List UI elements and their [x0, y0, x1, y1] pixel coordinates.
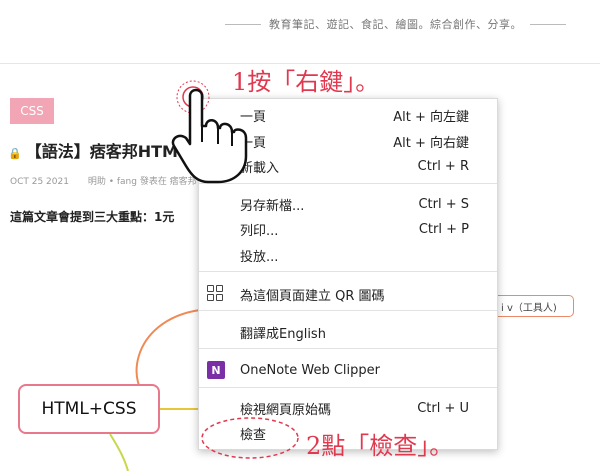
annotation-step2: 2點「檢查」。 — [306, 432, 454, 460]
annotation-step1: 1按「右鍵」。 — [232, 68, 380, 96]
inspect-highlight-ellipse — [201, 417, 299, 459]
